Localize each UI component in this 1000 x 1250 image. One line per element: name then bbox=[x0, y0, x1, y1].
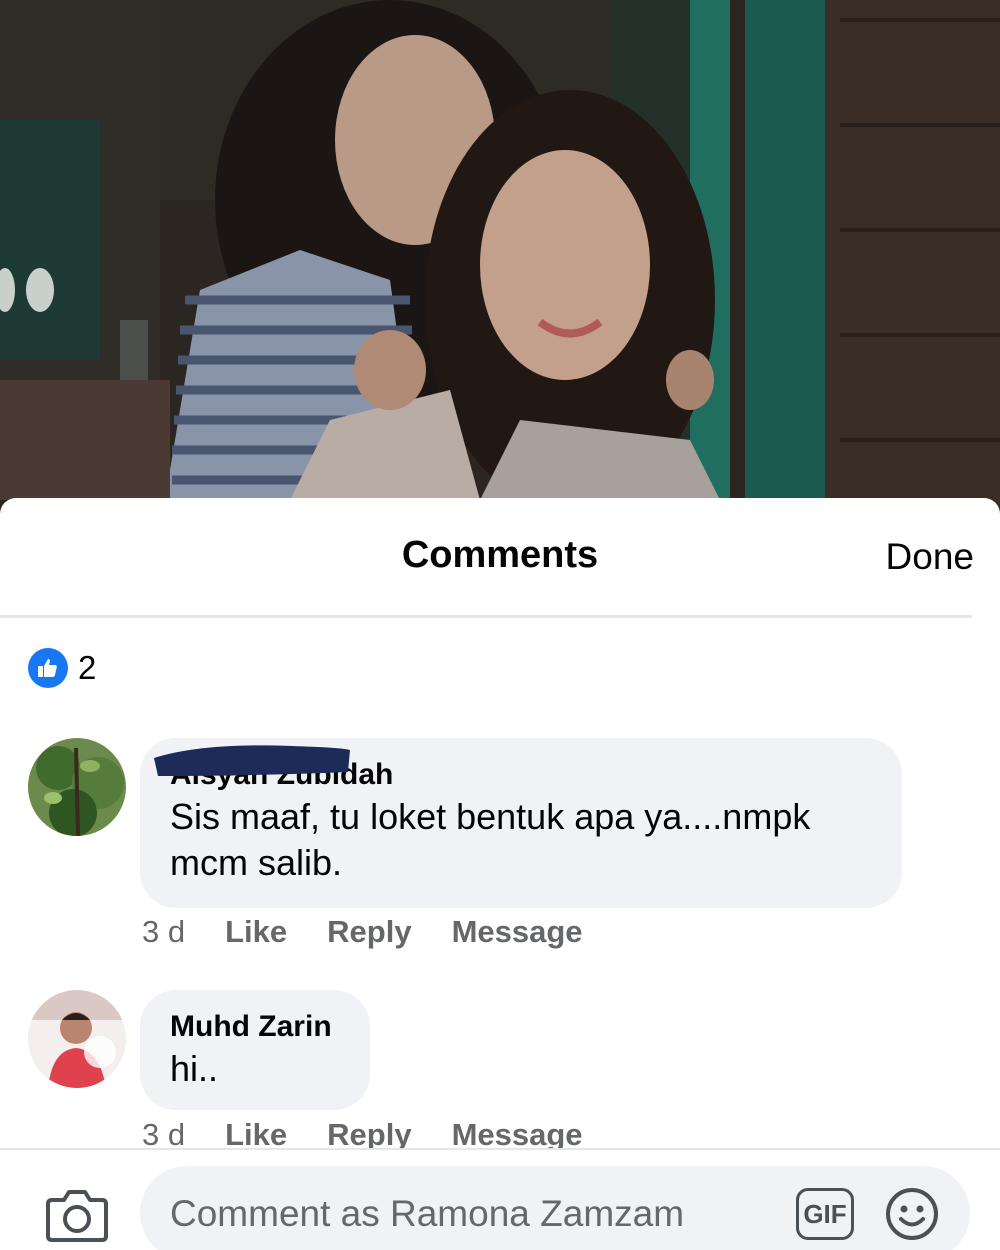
comment-composer: GIF bbox=[0, 1148, 1000, 1250]
reaction-summary[interactable]: 2 bbox=[28, 648, 96, 688]
comment-author[interactable]: Muhd Zarin bbox=[170, 1008, 342, 1046]
sheet-title: Comments bbox=[401, 534, 599, 576]
like-button[interactable]: Like bbox=[225, 914, 287, 950]
thumbs-up-icon bbox=[28, 648, 68, 688]
message-button[interactable]: Message bbox=[452, 914, 583, 950]
reaction-count: 2 bbox=[78, 649, 97, 686]
name-redaction bbox=[154, 745, 350, 776]
comment-text: hi.. bbox=[170, 1048, 219, 1089]
done-button[interactable]: Done bbox=[886, 536, 974, 578]
photo-illustration bbox=[0, 0, 1000, 520]
comment-bubble[interactable]: Muhd Zarin hi.. bbox=[140, 990, 370, 1110]
comment-input[interactable] bbox=[170, 1186, 770, 1242]
smiley-icon[interactable] bbox=[884, 1186, 940, 1242]
reply-button[interactable]: Reply bbox=[327, 914, 411, 950]
gif-button[interactable]: GIF bbox=[796, 1188, 854, 1240]
camera-icon[interactable] bbox=[46, 1186, 108, 1242]
sheet-header: Comments Done bbox=[0, 498, 974, 618]
comment-input-wrapper[interactable]: GIF bbox=[140, 1166, 970, 1250]
comment-actions: 3 d Like Reply Message bbox=[142, 914, 583, 950]
avatar[interactable] bbox=[28, 738, 126, 836]
comment-time: 3 d bbox=[142, 914, 186, 949]
post-photo bbox=[0, 0, 1000, 520]
comment-text: Sis maaf, tu loket bentuk apa ya....nmpk… bbox=[170, 796, 811, 883]
avatar[interactable] bbox=[28, 990, 126, 1088]
